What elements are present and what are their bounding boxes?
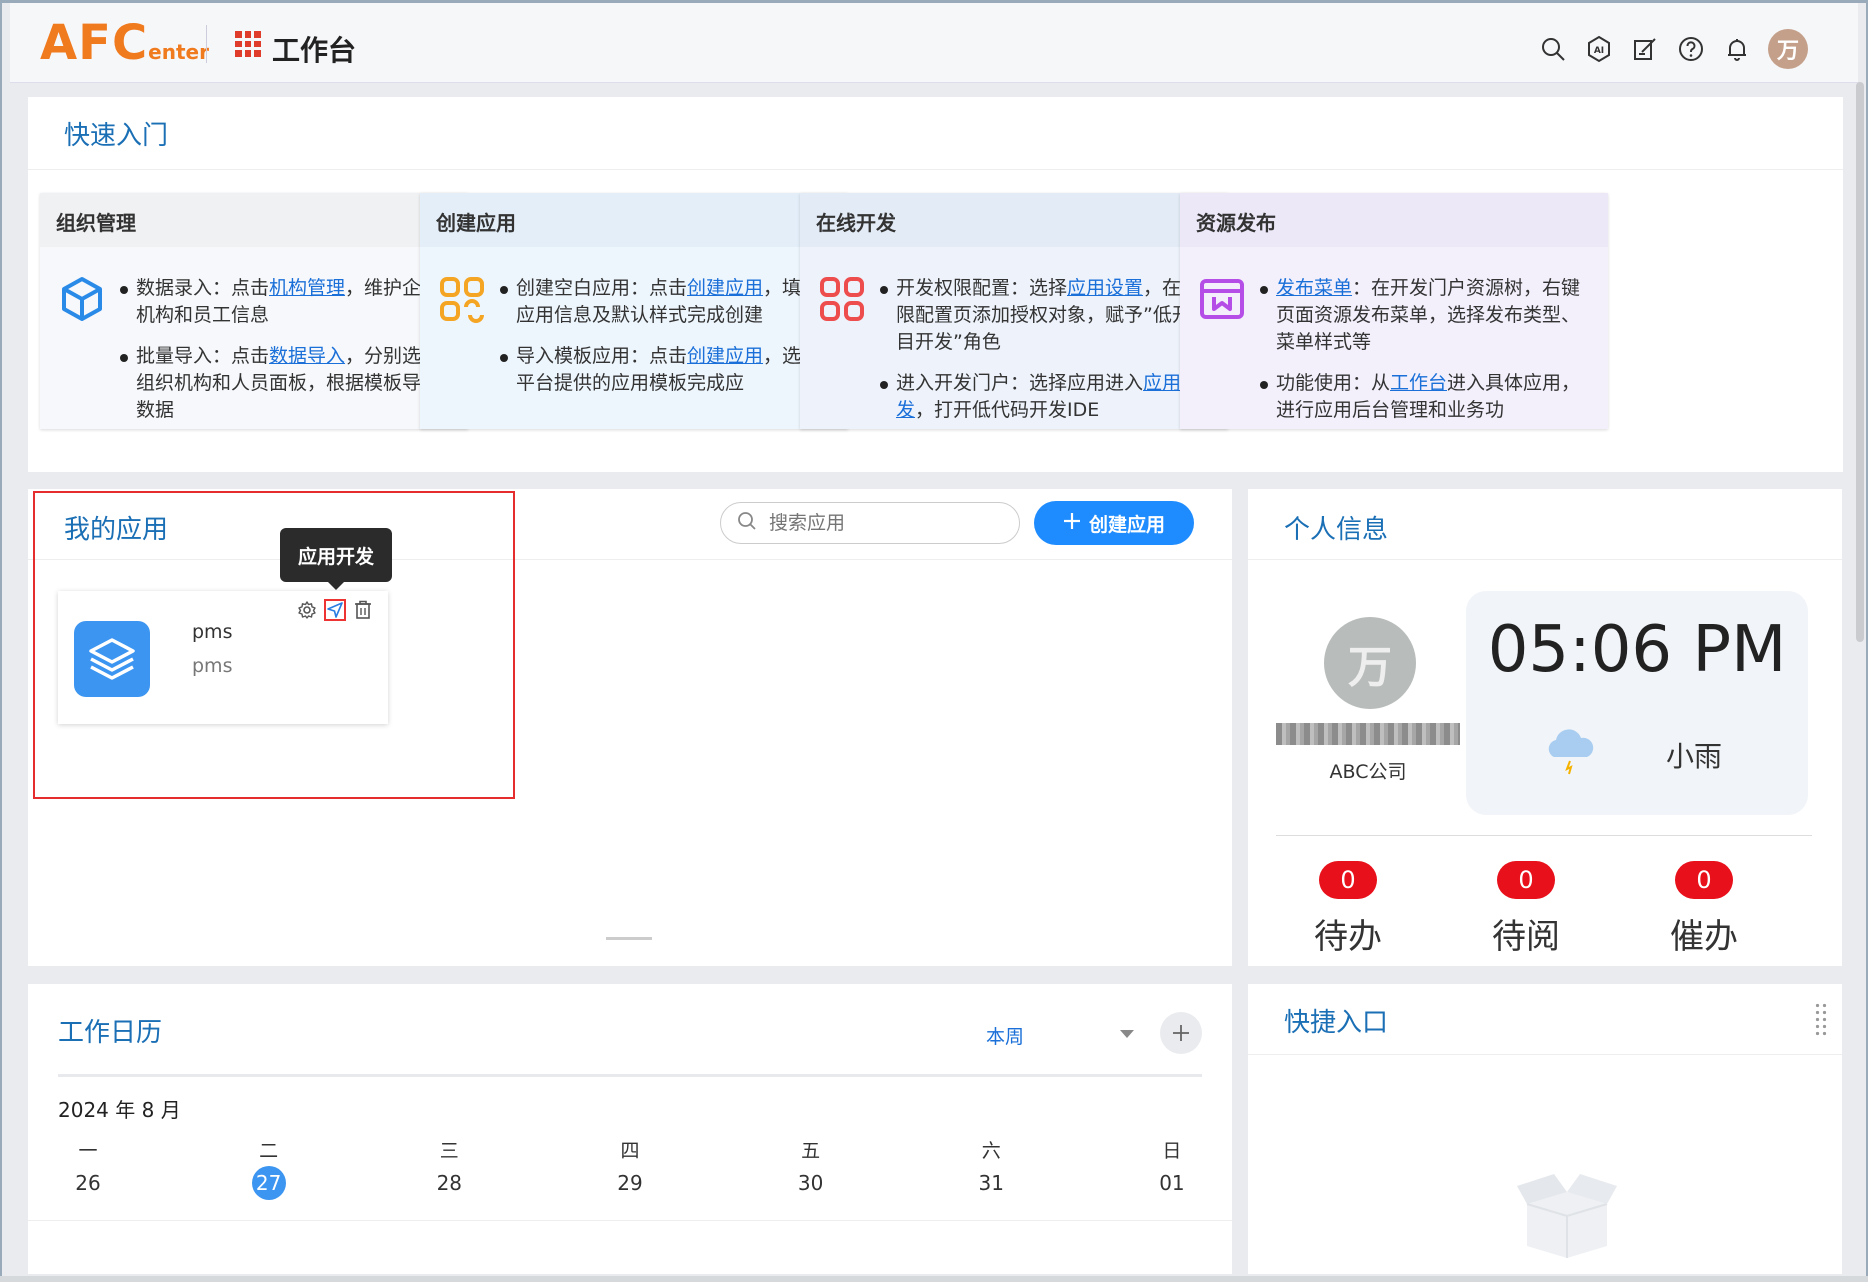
- publish-icon: [1198, 275, 1246, 323]
- urge-counter[interactable]: 0 催办: [1644, 861, 1764, 958]
- calendar-title: 工作日历: [58, 1018, 163, 1048]
- afcenter-logo[interactable]: AFCenter: [40, 15, 209, 71]
- todo-label: 待办: [1314, 917, 1382, 957]
- urge-count-badge: 0: [1675, 861, 1733, 899]
- quick-start-panel: 快速入门 组织管理 数据录入：点击机构管理，维护企业机构和员工信息 批量导入：点…: [28, 97, 1843, 472]
- create-app-label: 创建应用: [1088, 513, 1165, 536]
- card-resource-publish: 资源发布 发布菜单：在开发门户资源树，右键页面资源发布菜单，选择发布类型、菜单样…: [1180, 193, 1608, 429]
- scroll-indicator: [606, 937, 652, 940]
- create-app-button[interactable]: 创建应用: [1034, 501, 1194, 545]
- link-data-import[interactable]: 数据导入: [269, 345, 345, 367]
- card-create-app: 创建应用 创建空白应用：点击创建应用，填写应用信息及默认样式完成创建 导入模板应…: [420, 193, 848, 429]
- clock-weather-card: 05:06 PM 小雨: [1466, 591, 1808, 815]
- divider: [28, 1220, 1232, 1221]
- cube-icon: [58, 275, 106, 323]
- list-item: 发布菜单：在开发门户资源树，右键页面资源发布菜单，选择发布类型、菜单样式等: [1260, 275, 1594, 356]
- link-app-settings[interactable]: 应用设置: [1067, 277, 1143, 299]
- edit-icon[interactable]: [1630, 34, 1660, 64]
- plus-icon: [1173, 1025, 1189, 1041]
- dev-grid-icon: [818, 275, 866, 323]
- calendar-day[interactable]: 日 01: [1142, 1136, 1202, 1200]
- top-header: AFCenter 工作台 AI 万: [10, 3, 1858, 83]
- link-create-app[interactable]: 创建应用: [687, 277, 763, 299]
- card-title: 组织管理: [40, 193, 468, 247]
- drag-handle-icon[interactable]: [1814, 1002, 1828, 1038]
- rain-cloud-icon: [1540, 725, 1600, 779]
- week-days: 一 26 二 27 三 28 四 29 五 30 六 31 日 01: [58, 1136, 1202, 1200]
- work-calendar-panel: 工作日历 本周 2024 年 8 月 一 26 二 27 三 28 四 29 五 30 六…: [28, 984, 1232, 1274]
- quick-links-title: 快捷入口: [1284, 1008, 1389, 1038]
- highlight-box: [33, 491, 515, 799]
- range-select[interactable]: 本周: [986, 1022, 1024, 1049]
- ai-icon[interactable]: AI: [1584, 34, 1614, 64]
- header-separator: [206, 25, 207, 63]
- user-avatar[interactable]: 万: [1768, 29, 1808, 69]
- today-date: 27: [251, 1166, 286, 1200]
- calendar-day[interactable]: 六 31: [961, 1136, 1021, 1200]
- chevron-down-icon[interactable]: [1120, 1030, 1134, 1038]
- todo-count-badge: 0: [1319, 861, 1377, 899]
- to-read-count-badge: 0: [1497, 861, 1555, 899]
- to-read-label: 待阅: [1492, 917, 1560, 957]
- divider: [58, 1074, 1202, 1077]
- page-title: 工作台: [272, 34, 357, 67]
- card-title: 在线开发: [800, 193, 1228, 247]
- empty-box-icon: [1512, 1164, 1622, 1268]
- quick-start-title: 快速入门: [64, 121, 169, 151]
- company-name: ABC公司: [1329, 761, 1407, 783]
- calendar-day[interactable]: 三 28: [419, 1136, 479, 1200]
- calendar-month: 2024 年 8 月: [58, 1098, 181, 1122]
- calendar-day[interactable]: 一 26: [58, 1136, 118, 1200]
- link-create-app-template[interactable]: 创建应用: [687, 345, 763, 367]
- card-title: 资源发布: [1180, 193, 1608, 247]
- list-item: 开发权限配置：选择应用设置，在权限配置页添加授权对象，赋予”低开项目开发”角色: [880, 275, 1214, 356]
- app-dev-tooltip: 应用开发: [280, 528, 392, 590]
- search-icon[interactable]: [1538, 34, 1568, 64]
- link-workbench[interactable]: 工作台: [1390, 372, 1447, 394]
- status-bar: [0, 1276, 1868, 1282]
- card-title: 创建应用: [420, 193, 848, 247]
- quick-links-panel: 快捷入口: [1248, 984, 1842, 1274]
- app-search-box[interactable]: [720, 502, 1020, 544]
- profile-avatar: 万: [1324, 617, 1416, 709]
- urge-label: 催办: [1670, 917, 1738, 957]
- masked-phone-number: [1276, 723, 1460, 745]
- search-icon: [737, 511, 757, 535]
- divider: [1276, 835, 1812, 836]
- personal-info-panel: 个人信息 万 ABC公司 05:06 PM 小雨 0 待办 0 待阅 0 催办: [1248, 489, 1842, 966]
- app-search-input[interactable]: [769, 512, 989, 534]
- calendar-day[interactable]: 二 27: [239, 1136, 299, 1200]
- bell-icon[interactable]: [1722, 34, 1752, 64]
- apps-icon: [438, 275, 486, 323]
- to-read-counter[interactable]: 0 待阅: [1466, 861, 1586, 958]
- current-time: 05:06 PM: [1487, 613, 1787, 687]
- card-org-management: 组织管理 数据录入：点击机构管理，维护企业机构和员工信息 批量导入：点击数据导入…: [40, 193, 468, 429]
- list-item: 批量导入：点击数据导入，分别选择组织机构和人员面板，根据模板导入数据: [120, 343, 454, 424]
- list-item: 导入模板应用：点击创建应用，选择平台提供的应用模板完成应: [500, 343, 834, 397]
- divider: [1248, 559, 1842, 560]
- link-publish-menu[interactable]: 发布菜单: [1276, 277, 1352, 299]
- divider: [1248, 1054, 1842, 1055]
- svg-text:AI: AI: [1594, 46, 1604, 56]
- list-item: 创建空白应用：点击创建应用，填写应用信息及默认样式完成创建: [500, 275, 834, 329]
- todo-counter[interactable]: 0 待办: [1288, 861, 1408, 958]
- add-event-button[interactable]: [1160, 1012, 1202, 1054]
- calendar-day[interactable]: 四 29: [600, 1136, 660, 1200]
- personal-info-title: 个人信息: [1284, 515, 1389, 545]
- list-item: 数据录入：点击机构管理，维护企业机构和员工信息: [120, 275, 454, 329]
- calendar-day[interactable]: 五 30: [781, 1136, 841, 1200]
- plus-icon: [1063, 512, 1081, 535]
- link-org-management[interactable]: 机构管理: [269, 277, 345, 299]
- help-icon[interactable]: [1676, 34, 1706, 64]
- weather-text: 小雨: [1666, 740, 1723, 773]
- divider: [28, 169, 1843, 170]
- card-online-dev: 在线开发 开发权限配置：选择应用设置，在权限配置页添加授权对象，赋予”低开项目开…: [800, 193, 1228, 429]
- list-item: 功能使用：从工作台进入具体应用，进行应用后台管理和业务功: [1260, 370, 1594, 424]
- vertical-scrollbar[interactable]: [1856, 82, 1864, 642]
- app-grid-icon[interactable]: [235, 31, 261, 57]
- list-item: 进入开发门户：选择应用进入应用开发，打开低代码开发IDE: [880, 370, 1214, 424]
- header-toolbar: AI 万: [1538, 29, 1808, 69]
